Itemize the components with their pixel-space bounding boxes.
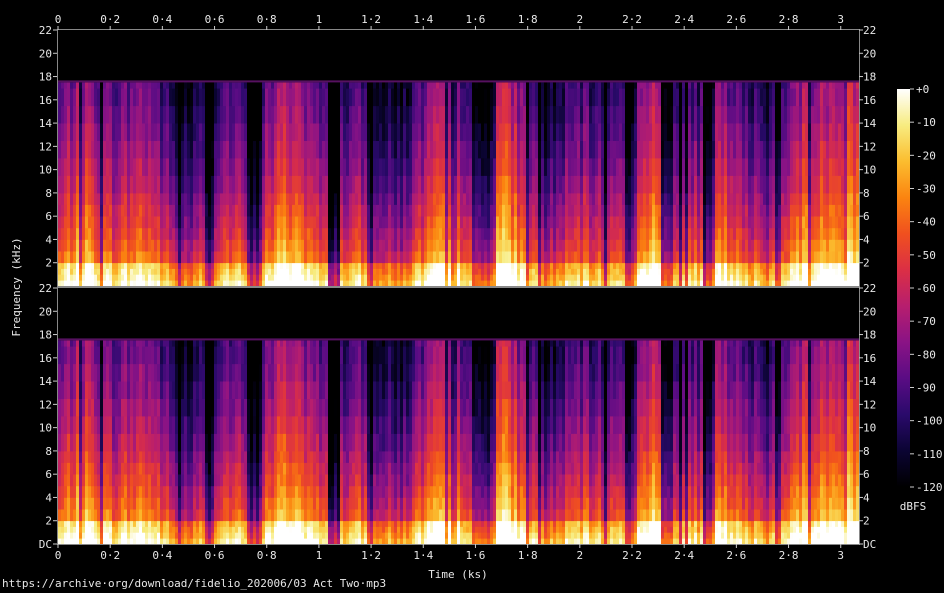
y-tick-label-channel-2-right: 12 <box>863 398 876 411</box>
y-tick-label-channel-2-right: DC <box>863 538 876 551</box>
y-tick-label-channel-2-left: 2 <box>45 515 52 528</box>
y-tick-label-channel-1-left: 12 <box>39 140 52 153</box>
colorbar-tick-label: +0 <box>916 83 929 96</box>
y-tick-label-channel-1-right: 6 <box>863 210 870 223</box>
y-tick-label-channel-2-left: 8 <box>45 445 52 458</box>
x-tick-label-bottom: 1·4 <box>413 549 433 562</box>
x-tick-label-top: 0·6 <box>205 13 225 26</box>
x-tick-label-top: 1·4 <box>413 13 433 26</box>
y-tick-label-channel-2-left: 10 <box>39 422 52 435</box>
y-tick-label-channel-2-left: 14 <box>39 375 53 388</box>
x-tick-label-top: 2·6 <box>726 13 746 26</box>
colorbar-tick-label: -70 <box>916 315 936 328</box>
colorbar <box>897 89 910 487</box>
y-tick-label-channel-1-right: 14 <box>863 117 877 130</box>
x-tick-label-bottom: 0·6 <box>205 549 225 562</box>
y-tick-label-channel-2-right: 16 <box>863 352 876 365</box>
y-tick-label-channel-1-right: 18 <box>863 71 876 84</box>
y-tick-label-channel-2-right: 20 <box>863 305 876 318</box>
x-tick-label-top: 1·2 <box>361 13 381 26</box>
x-tick-label-top: 0·2 <box>100 13 120 26</box>
y-tick-label-channel-1-left: 2 <box>45 257 52 270</box>
colorbar-tick-label: -20 <box>916 149 936 162</box>
colorbar-tick-label: -100 <box>916 415 943 428</box>
y-tick-label-channel-2-left: 12 <box>39 398 52 411</box>
x-tick-label-top: 0·8 <box>257 13 277 26</box>
y-tick-label-channel-2-left: 18 <box>39 329 52 342</box>
x-tick-label-bottom: 2 <box>577 549 584 562</box>
channel-1-spectrogram <box>58 30 860 287</box>
x-tick-label-bottom: 1·6 <box>466 549 486 562</box>
x-tick-label-bottom: 2·8 <box>779 549 799 562</box>
x-tick-label-bottom: 2·4 <box>674 549 694 562</box>
y-tick-label-channel-2-left: 6 <box>45 468 52 481</box>
y-tick-label-channel-1-left: 10 <box>39 164 52 177</box>
colorbar-tick-label: -80 <box>916 348 936 361</box>
x-tick-label-top: 2·2 <box>622 13 642 26</box>
x-tick-label-bottom: 0·4 <box>152 549 172 562</box>
y-tick-label-channel-1-right: 4 <box>863 233 870 246</box>
y-tick-label-channel-1-left: 22 <box>39 24 52 37</box>
y-tick-label-channel-1-right: 2 <box>863 257 870 270</box>
x-tick-label-bottom: 1·2 <box>361 549 381 562</box>
colorbar-tick-label: -40 <box>916 216 936 229</box>
x-tick-label-bottom: 1 <box>316 549 323 562</box>
x-tick-label-top: 1·8 <box>518 13 538 26</box>
channel-2-spectrogram <box>58 288 860 545</box>
x-tick-label-bottom: 3 <box>837 549 844 562</box>
y-tick-label-channel-1-left: 20 <box>39 47 52 60</box>
y-tick-label-channel-2-left: DC <box>39 538 52 551</box>
x-tick-label-bottom: 1·8 <box>518 549 538 562</box>
colorbar-tick-label: -110 <box>916 448 943 461</box>
y-tick-label-channel-1-left: 8 <box>45 187 52 200</box>
y-tick-label-channel-2-right: 2 <box>863 515 870 528</box>
y-tick-label-channel-1-right: 22 <box>863 24 876 37</box>
x-tick-label-top: 2 <box>577 13 584 26</box>
colorbar-tick-label: -50 <box>916 249 936 262</box>
y-tick-label-channel-1-right: 20 <box>863 47 876 60</box>
x-tick-label-top: 2·4 <box>674 13 694 26</box>
y-axis-label: Frequency (kHz) <box>10 237 23 336</box>
colorbar-tick-label: -30 <box>916 183 936 196</box>
y-tick-label-channel-2-right: 22 <box>863 282 876 295</box>
source-url: https://archive·org/download/fidelio_202… <box>2 577 387 590</box>
colorbar-label: dBFS <box>900 500 927 513</box>
x-tick-label-bottom: 0·2 <box>100 549 120 562</box>
y-tick-label-channel-2-right: 6 <box>863 468 870 481</box>
colorbar-tick-label: -90 <box>916 382 936 395</box>
y-tick-label-channel-2-right: 18 <box>863 329 876 342</box>
y-tick-label-channel-1-left: 6 <box>45 210 52 223</box>
y-tick-label-channel-2-right: 14 <box>863 375 877 388</box>
spectrogram-chart: 0 0 0·2 0·2 0·4 0·4 0·6 0·6 0·8 0·8 1 1 1·2 1·2 1·4 1·4… <box>10 13 943 581</box>
colorbar-tick-label: -120 <box>916 481 943 494</box>
y-tick-label-channel-1-right: 16 <box>863 94 876 107</box>
y-tick-label-channel-2-right: 10 <box>863 422 876 435</box>
x-tick-label-top: 1·6 <box>466 13 486 26</box>
x-tick-label-bottom: 2·6 <box>726 549 746 562</box>
y-tick-label-channel-1-left: 18 <box>39 71 52 84</box>
x-tick-label-top: 1 <box>316 13 323 26</box>
y-tick-label-channel-2-left: 22 <box>39 282 52 295</box>
y-tick-label-channel-1-left: 4 <box>45 233 52 246</box>
x-tick-label-bottom: 0·8 <box>257 549 277 562</box>
colorbar-tick-label: -60 <box>916 282 936 295</box>
y-tick-label-channel-1-right: 10 <box>863 164 876 177</box>
y-tick-label-channel-1-right: 12 <box>863 140 876 153</box>
x-tick-label-bottom: 2·2 <box>622 549 642 562</box>
y-tick-label-channel-1-left: 16 <box>39 94 52 107</box>
x-axis-label: Time (ks) <box>428 568 488 581</box>
y-tick-label-channel-2-left: 4 <box>45 491 52 504</box>
y-tick-label-channel-2-left: 20 <box>39 305 52 318</box>
y-tick-label-channel-2-left: 16 <box>39 352 52 365</box>
y-tick-label-channel-1-right: 8 <box>863 187 870 200</box>
x-tick-label-bottom: 0 <box>55 549 62 562</box>
x-tick-label-top: 0·4 <box>152 13 172 26</box>
y-tick-label-channel-1-left: 14 <box>39 117 53 130</box>
x-tick-label-top: 0 <box>55 13 62 26</box>
y-tick-label-channel-2-right: 8 <box>863 445 870 458</box>
x-tick-label-top: 2·8 <box>779 13 799 26</box>
x-tick-label-top: 3 <box>837 13 844 26</box>
colorbar-tick-label: -10 <box>916 116 936 129</box>
y-tick-label-channel-2-right: 4 <box>863 491 870 504</box>
